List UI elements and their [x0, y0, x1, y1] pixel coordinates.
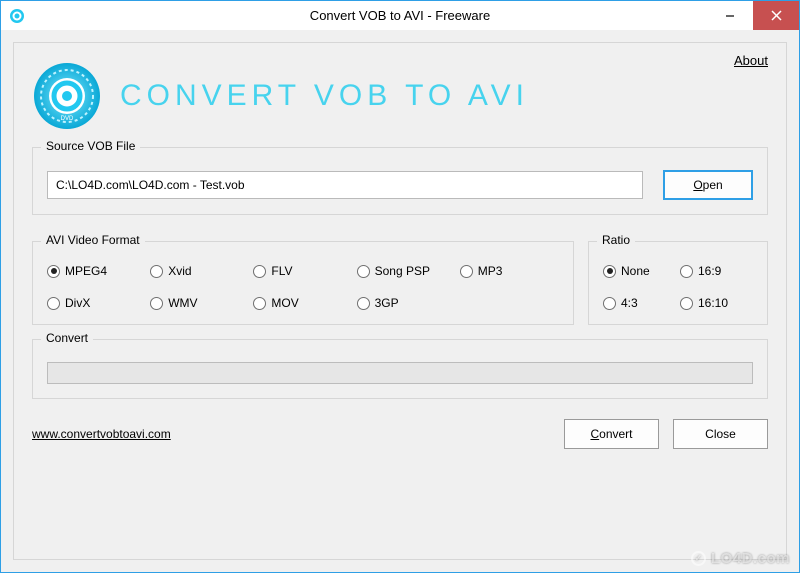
client-area: About DVD Con	[0, 30, 800, 573]
radio-icon	[47, 297, 60, 310]
radio-label: 16:10	[698, 296, 728, 310]
convert-group: Convert	[32, 339, 768, 399]
website-link[interactable]: www.convertvobtoavi.com	[32, 427, 171, 441]
format-radio-divx[interactable]: DivX	[47, 296, 146, 310]
radio-icon	[680, 265, 693, 278]
radio-icon	[150, 297, 163, 310]
footer: www.convertvobtoavi.com Convert Close	[32, 419, 768, 449]
format-radio-mp3[interactable]: MP3	[460, 264, 559, 278]
app-icon	[9, 8, 25, 24]
title-bar: Convert VOB to AVI - Freeware	[0, 0, 800, 30]
close-window-button[interactable]	[753, 1, 799, 30]
svg-text:DVD: DVD	[61, 116, 74, 122]
radio-icon	[253, 297, 266, 310]
radio-label: None	[621, 264, 650, 278]
radio-icon	[603, 297, 616, 310]
radio-icon	[357, 265, 370, 278]
radio-label: Song PSP	[375, 264, 430, 278]
about-link[interactable]: About	[734, 53, 768, 68]
open-button[interactable]: Open	[663, 170, 753, 200]
format-radio-song-psp[interactable]: Song PSP	[357, 264, 456, 278]
window-controls	[707, 1, 799, 30]
radio-icon	[357, 297, 370, 310]
source-group: Source VOB File Open	[32, 147, 768, 215]
radio-icon	[47, 265, 60, 278]
radio-label: WMV	[168, 296, 197, 310]
radio-label: DivX	[65, 296, 90, 310]
source-path-input[interactable]	[47, 171, 643, 199]
source-legend: Source VOB File	[41, 139, 140, 153]
radio-icon	[253, 265, 266, 278]
ratio-radio-none[interactable]: None	[603, 264, 676, 278]
radio-label: FLV	[271, 264, 292, 278]
minimize-button[interactable]	[707, 1, 753, 30]
options-row: AVI Video Format MPEG4 Xvid FLV Song PSP MP3…	[32, 229, 768, 325]
ratio-radio-4-3[interactable]: 4:3	[603, 296, 676, 310]
main-panel: About DVD Con	[13, 42, 787, 560]
radio-label: MP3	[478, 264, 503, 278]
format-radio-mpeg4[interactable]: MPEG4	[47, 264, 146, 278]
ratio-radio-16-9[interactable]: 16:9	[680, 264, 753, 278]
app-logo-icon: DVD	[32, 61, 102, 131]
format-radio-mov[interactable]: MOV	[253, 296, 352, 310]
radio-icon	[680, 297, 693, 310]
format-radio-wmv[interactable]: WMV	[150, 296, 249, 310]
format-group: AVI Video Format MPEG4XvidFLVSong PSPMP3…	[32, 241, 574, 325]
radio-label: 4:3	[621, 296, 638, 310]
ratio-radio-16-10[interactable]: 16:10	[680, 296, 753, 310]
format-radio-flv[interactable]: FLV	[253, 264, 352, 278]
close-button[interactable]: Close	[673, 419, 768, 449]
format-radio-xvid[interactable]: Xvid	[150, 264, 249, 278]
ratio-group: Ratio None16:94:316:10	[588, 241, 768, 325]
radio-label: MOV	[271, 296, 298, 310]
header: DVD Convert VOB to AVI	[32, 61, 768, 131]
convert-legend: Convert	[41, 331, 93, 345]
radio-label: 16:9	[698, 264, 721, 278]
radio-icon	[460, 265, 473, 278]
radio-icon	[150, 265, 163, 278]
ratio-legend: Ratio	[597, 233, 635, 247]
radio-label: 3GP	[375, 296, 399, 310]
progress-bar	[47, 362, 753, 384]
format-radio-grid: MPEG4 Xvid FLV Song PSP MP3 DivX WMV MOV 3GP	[47, 264, 559, 310]
app-title: Convert VOB to AVI	[120, 79, 529, 113]
format-radio-3gp[interactable]: 3GP	[357, 296, 456, 310]
window-title: Convert VOB to AVI - Freeware	[310, 8, 490, 23]
radio-icon	[603, 265, 616, 278]
radio-label: Xvid	[168, 264, 191, 278]
format-legend: AVI Video Format	[41, 233, 145, 247]
convert-button[interactable]: Convert	[564, 419, 659, 449]
radio-label: MPEG4	[65, 264, 107, 278]
ratio-radio-grid: None 16:9 4:3 16:10	[603, 264, 753, 310]
